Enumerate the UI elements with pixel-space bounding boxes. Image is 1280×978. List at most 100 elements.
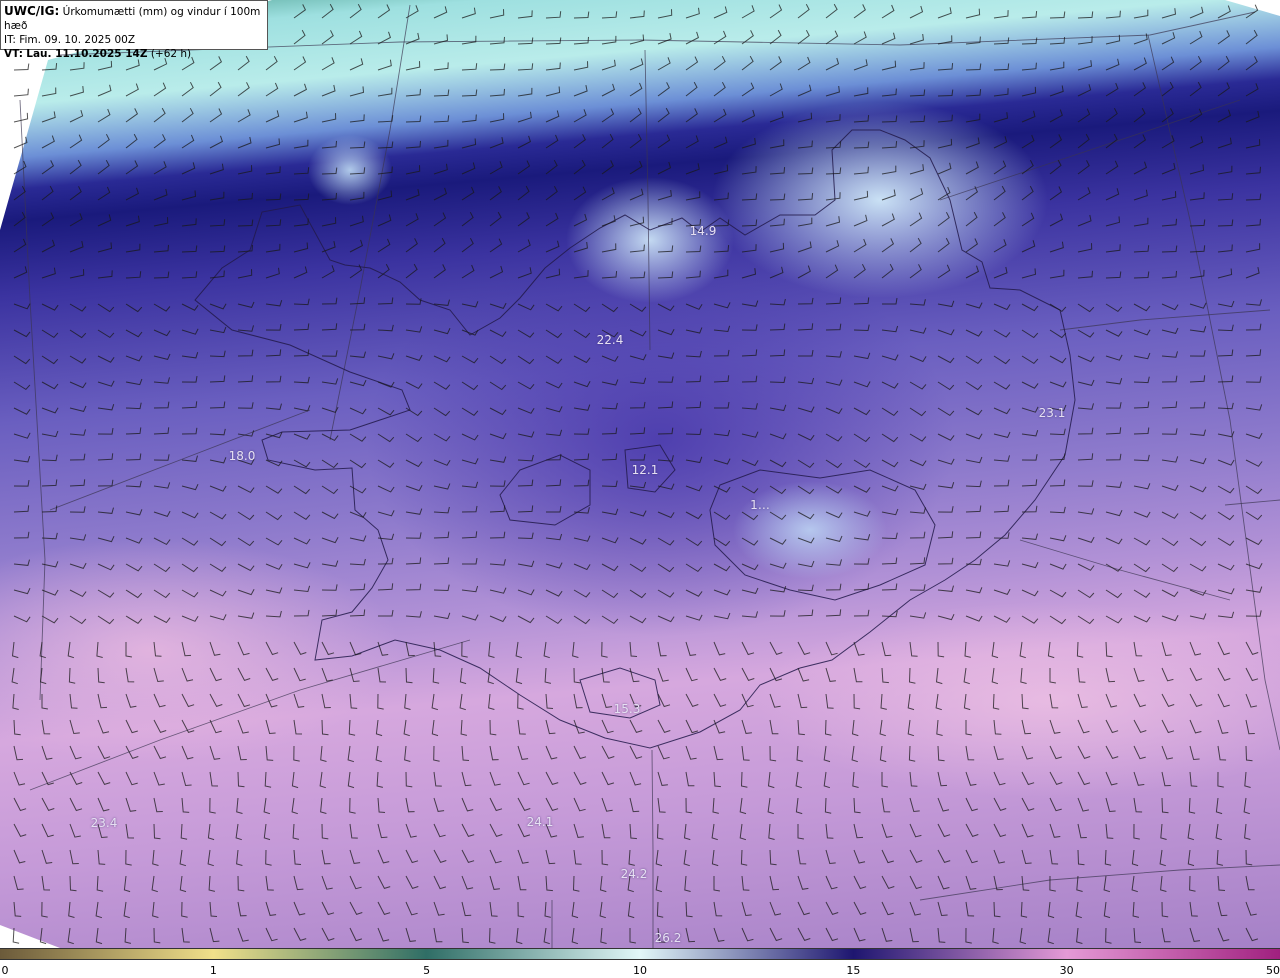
wind-barb	[1160, 875, 1167, 892]
colorbar: 0 1 5 10 15 30 50	[0, 948, 1280, 978]
wind-barb	[657, 455, 674, 462]
wind-barb	[657, 427, 674, 435]
wind-barb	[153, 161, 167, 175]
wind-barb	[797, 609, 814, 617]
wind-barb	[405, 557, 422, 565]
wind-barb	[41, 185, 54, 201]
wind-barb	[69, 109, 84, 123]
wind-barb	[797, 875, 809, 890]
wind-barb	[657, 82, 670, 97]
wind-barb	[41, 875, 51, 891]
wind-barb	[1049, 134, 1063, 149]
wind-barb	[209, 563, 227, 572]
wind-barb	[69, 186, 82, 201]
wind-barb	[825, 927, 839, 942]
colorbar-strip	[0, 948, 1280, 960]
wind-barb	[853, 214, 868, 227]
wind-barb	[601, 667, 610, 683]
wind-barb	[937, 381, 955, 391]
wind-barb	[545, 268, 561, 279]
wind-barb	[349, 191, 365, 201]
wind-barb	[489, 901, 498, 917]
wind-barb	[881, 115, 898, 123]
wind-barb	[123, 875, 131, 893]
wind-barb	[713, 563, 731, 572]
wind-barb	[879, 719, 886, 737]
wind-barb	[685, 745, 697, 760]
wind-barb	[237, 745, 247, 761]
wind-barb	[797, 537, 815, 544]
wind-barb	[713, 612, 731, 620]
wind-barb	[349, 141, 366, 149]
wind-barb	[1245, 193, 1262, 201]
wind-barb	[517, 135, 532, 149]
wind-barb	[1217, 667, 1231, 682]
wind-barb	[797, 377, 815, 385]
wind-barb	[1161, 615, 1179, 622]
wind-barb	[1245, 563, 1263, 570]
wind-barb	[1020, 667, 1027, 684]
wind-barb	[1217, 641, 1230, 656]
wind-barb	[349, 239, 364, 253]
wind-barb	[489, 88, 505, 97]
wind-barb	[741, 537, 759, 546]
wind-barb	[207, 849, 214, 867]
wind-barb	[545, 589, 563, 597]
wind-barb	[349, 30, 363, 45]
wind-barb	[377, 353, 395, 360]
wind-barb	[797, 433, 815, 441]
wind-barb	[517, 454, 534, 462]
wind-barb	[69, 506, 86, 513]
wind-barb	[1245, 537, 1263, 546]
wind-barb	[1021, 849, 1032, 865]
wind-barb	[405, 433, 423, 443]
wind-barb	[685, 163, 700, 175]
wind-barb	[1133, 483, 1151, 490]
wind-barb	[685, 485, 703, 492]
wind-barb	[489, 433, 507, 440]
wind-barb	[909, 164, 925, 175]
wind-barb	[153, 563, 171, 573]
wind-barb	[237, 430, 255, 437]
wind-barb	[41, 823, 54, 838]
colorbar-tick-label: 15	[846, 964, 861, 977]
wind-barb	[13, 266, 28, 279]
wind-barb	[41, 745, 53, 760]
wind-barb	[1161, 719, 1175, 734]
wind-barb	[1077, 187, 1091, 201]
wind-barb	[937, 901, 948, 917]
wind-barb	[909, 531, 926, 539]
wind-barb	[629, 10, 645, 19]
wind-barb	[1161, 270, 1177, 279]
wind-barb	[517, 875, 527, 891]
wind-barb	[461, 875, 474, 890]
wind-barb	[1077, 849, 1085, 866]
wind-barb	[41, 479, 58, 487]
wind-barb	[881, 485, 899, 492]
wind-barb	[349, 58, 364, 71]
wind-barb	[293, 83, 308, 97]
wind-barb	[937, 264, 951, 279]
wind-barb	[1133, 217, 1149, 227]
wind-barb	[769, 266, 784, 279]
wind-barb	[237, 875, 245, 892]
wind-barb	[685, 56, 699, 71]
colorbar-tick-label: 50	[1266, 964, 1280, 977]
wind-barb	[69, 303, 87, 312]
wind-barb	[545, 240, 560, 253]
wind-barb	[461, 481, 479, 489]
wind-barb	[685, 270, 701, 279]
wind-barb	[629, 34, 645, 45]
wind-barb	[1105, 133, 1118, 149]
wind-barb	[601, 849, 609, 866]
wind-barb	[629, 615, 647, 624]
wind-barb	[433, 584, 450, 592]
wind-barb	[601, 108, 615, 123]
wind-barb	[797, 217, 813, 227]
wind-barb	[1049, 213, 1064, 227]
wind-barb	[655, 849, 663, 867]
wind-barb	[769, 4, 783, 19]
wind-barb	[1133, 352, 1151, 360]
wind-barb	[573, 85, 588, 97]
wind-barb	[432, 667, 440, 684]
